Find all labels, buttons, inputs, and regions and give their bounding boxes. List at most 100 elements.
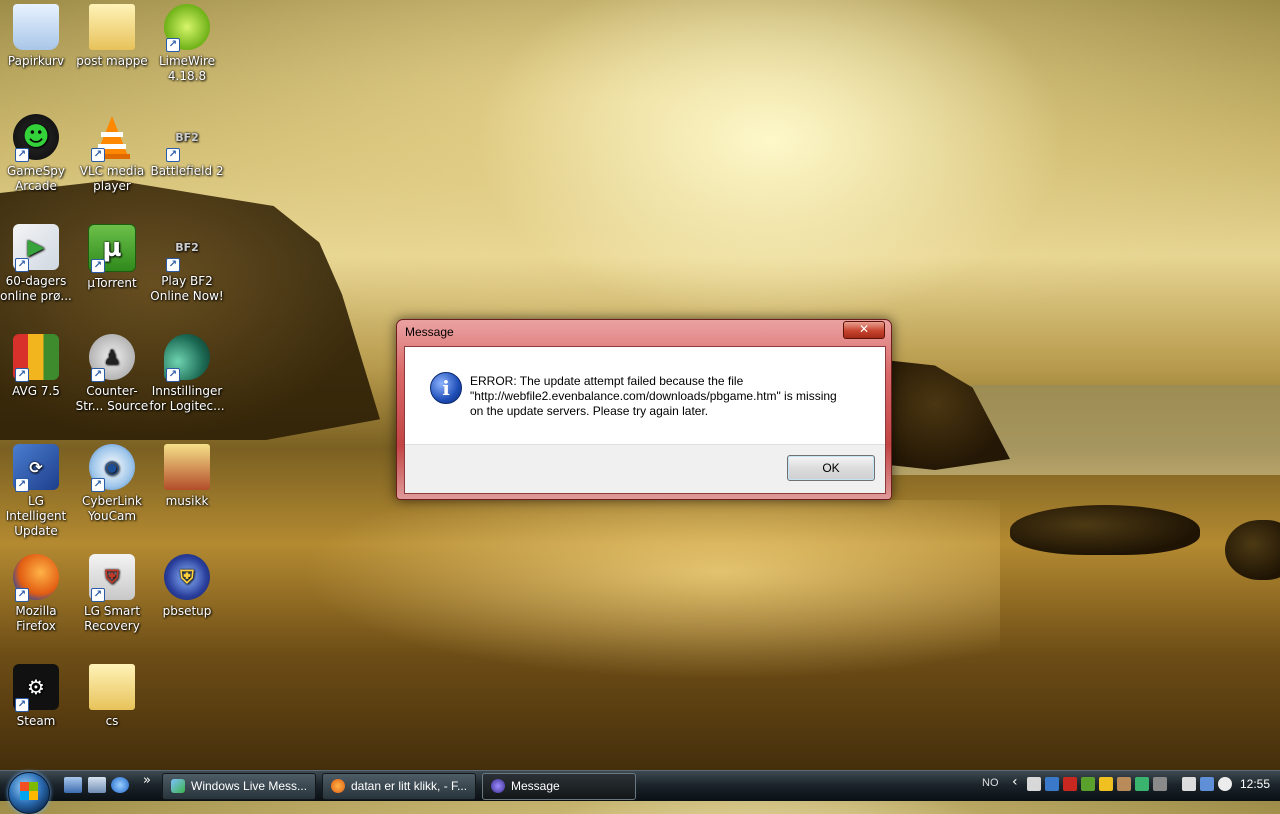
language-indicator[interactable]: NO	[982, 777, 999, 789]
desktop-icon-label: µTorrent	[87, 276, 137, 290]
taskbar-button-label: Message	[511, 779, 560, 793]
wallpaper-rock-right3	[1225, 520, 1280, 580]
wallpaper-reflection	[300, 500, 1000, 680]
desktop-icon-counter-strike[interactable]: ♟ ↗ Counter-Str... Source	[74, 334, 150, 414]
desktop-icon-label: 60-dagers online prø...	[0, 274, 72, 303]
logitech-icon: ↗	[164, 334, 210, 382]
dialog-message: ERROR: The update attempt failed because…	[470, 374, 870, 419]
battlefield-icon: BF2 ↗	[164, 224, 210, 272]
desktop-icon-steam[interactable]: ⚙ ↗ Steam	[0, 664, 74, 729]
shortcut-arrow-icon: ↗	[15, 698, 29, 712]
desktop-icon-60-dagers[interactable]: ▶ ↗ 60-dagers online prø...	[0, 224, 74, 304]
desktop-icon-lg-update[interactable]: ⟳ ↗ LG Intelligent Update	[0, 444, 74, 539]
desktop-icon-musikk[interactable]: musikk	[149, 444, 225, 509]
shortcut-arrow-icon: ↗	[91, 148, 105, 162]
internet-explorer-icon[interactable]	[111, 777, 129, 793]
desktop-icon-limewire[interactable]: ↗ LimeWire 4.18.8	[149, 4, 225, 84]
folder-icon	[89, 4, 135, 50]
dialog-message-line: "http://webfile2.evenbalance.com/downloa…	[470, 389, 837, 403]
monitor-tray-icon[interactable]	[1200, 777, 1214, 791]
desktop-icon-label: cs	[105, 714, 119, 728]
switch-windows-icon[interactable]	[88, 777, 106, 793]
desktop-icon-lg-smart-recovery[interactable]: ⛨ ↗ LG Smart Recovery	[74, 554, 150, 634]
desktop-icon-utorrent[interactable]: µ ↗ µTorrent	[74, 224, 150, 291]
desktop-icon-gamespy[interactable]: ☻ ↗ GameSpy Arcade	[0, 114, 74, 194]
quicklaunch-more-button[interactable]: »	[143, 773, 151, 788]
folder-icon	[89, 664, 135, 710]
taskbar-button-firefox[interactable]: datan er litt klikk, - F...	[322, 773, 476, 800]
shortcut-arrow-icon: ↗	[15, 258, 29, 272]
app-tray-icon[interactable]	[1099, 777, 1113, 791]
lg-update-icon: ⟳ ↗	[13, 444, 59, 492]
desktop-icon-label: pbsetup	[162, 604, 212, 618]
desktop-icon-post-mappe[interactable]: post mappe	[74, 4, 150, 69]
shortcut-arrow-icon: ↗	[91, 259, 105, 273]
desktop-icon-cs[interactable]: cs	[74, 664, 150, 729]
desktop-icon-label: post mappe	[76, 54, 148, 68]
shield-icon: ⛨	[164, 554, 210, 600]
start-button[interactable]	[8, 772, 50, 814]
shortcut-arrow-icon: ↗	[91, 368, 105, 382]
utorrent-icon: µ ↗	[88, 224, 136, 273]
dialog-message-line: ERROR: The update attempt failed because…	[470, 374, 744, 388]
desktop-icon-pbsetup[interactable]: ⛨ pbsetup	[149, 554, 225, 619]
message-app-icon	[491, 778, 505, 793]
ok-button[interactable]: OK	[787, 455, 875, 481]
shortcut-arrow-icon: ↗	[15, 588, 29, 602]
desktop-icon-label: Play BF2 Online Now!	[150, 274, 224, 303]
logitech-tray-icon[interactable]	[1135, 777, 1149, 791]
message-dialog: Message ✕ i ERROR: The update attempt fa…	[396, 319, 892, 500]
desktop-icon-label: Innstillinger for Logitec...	[149, 384, 225, 413]
avg-tray-icon[interactable]	[1081, 777, 1095, 791]
shortcut-arrow-icon: ↗	[15, 368, 29, 382]
desktop-icon-avg[interactable]: ↗ AVG 7.5	[0, 334, 74, 399]
dialog-footer: OK	[405, 444, 885, 493]
vlc-cone-icon: ↗	[89, 114, 135, 162]
folder-icon	[164, 444, 210, 490]
desktop-icon-label: AVG 7.5	[12, 384, 60, 398]
safely-remove-tray-icon[interactable]	[1182, 777, 1196, 791]
dialog-client-area: i ERROR: The update attempt failed becau…	[404, 346, 886, 494]
desktop-icon-logitech[interactable]: ↗ Innstillinger for Logitec...	[149, 334, 225, 414]
close-icon: ✕	[858, 322, 870, 336]
desktop-icon-label: LG Intelligent Update	[5, 494, 67, 538]
ati-tray-icon[interactable]	[1063, 777, 1077, 791]
shield-icon: ⛨ ↗	[89, 554, 135, 602]
desktop-icon-play-bf2[interactable]: BF2 ↗ Play BF2 Online Now!	[149, 224, 225, 304]
desktop-icon-vlc[interactable]: ↗ VLC media player	[74, 114, 150, 194]
info-icon: i	[430, 372, 462, 404]
desktop-icon-label: CyberLink YouCam	[82, 494, 142, 523]
volume-icon[interactable]	[1218, 777, 1232, 791]
steam-tray-icon[interactable]	[1027, 777, 1041, 791]
utility-tray-icon[interactable]	[1117, 777, 1131, 791]
desktop-icon-firefox[interactable]: ↗ Mozilla Firefox	[0, 554, 74, 634]
recycle-bin-icon	[13, 4, 59, 50]
shortcut-arrow-icon: ↗	[91, 588, 105, 602]
desktop-icon-label: Counter-Str... Source	[75, 384, 149, 413]
dialog-close-button[interactable]: ✕	[843, 321, 885, 339]
desktop-icon-label: LimeWire 4.18.8	[158, 54, 216, 83]
desktop-icon-papirkurv[interactable]: Papirkurv	[0, 4, 74, 69]
desktop-icon-battlefield2[interactable]: BF2 ↗ Battlefield 2	[149, 114, 225, 179]
show-desktop-icon[interactable]	[64, 777, 82, 793]
desktop-icon-label: Papirkurv	[7, 54, 65, 68]
taskbar-button-live-messenger[interactable]: Windows Live Mess...	[162, 773, 316, 800]
messenger-icon	[171, 778, 185, 793]
counter-strike-icon: ♟ ↗	[89, 334, 135, 382]
device-tray-icon[interactable]	[1153, 777, 1167, 791]
shortcut-arrow-icon: ↗	[15, 148, 29, 162]
desktop-icon-youcam[interactable]: ◉ ↗ CyberLink YouCam	[74, 444, 150, 524]
battlefield-icon: BF2 ↗	[164, 114, 210, 162]
network-tray-icon[interactable]	[1045, 777, 1059, 791]
tray-expand-icon[interactable]: ‹	[1012, 774, 1018, 790]
shortcut-arrow-icon: ↗	[91, 478, 105, 492]
clock[interactable]: 12:55	[1240, 777, 1270, 791]
shortcut-arrow-icon: ↗	[166, 368, 180, 382]
desktop-icon-label: VLC media player	[79, 164, 145, 193]
desktop-icon-label: Mozilla Firefox	[15, 604, 57, 633]
taskbar-button-message[interactable]: Message	[482, 773, 636, 800]
office-trial-icon: ▶ ↗	[13, 224, 59, 272]
shortcut-arrow-icon: ↗	[166, 148, 180, 162]
desktop-icon-label: Steam	[16, 714, 56, 728]
desktop-icon-label: musikk	[165, 494, 209, 508]
